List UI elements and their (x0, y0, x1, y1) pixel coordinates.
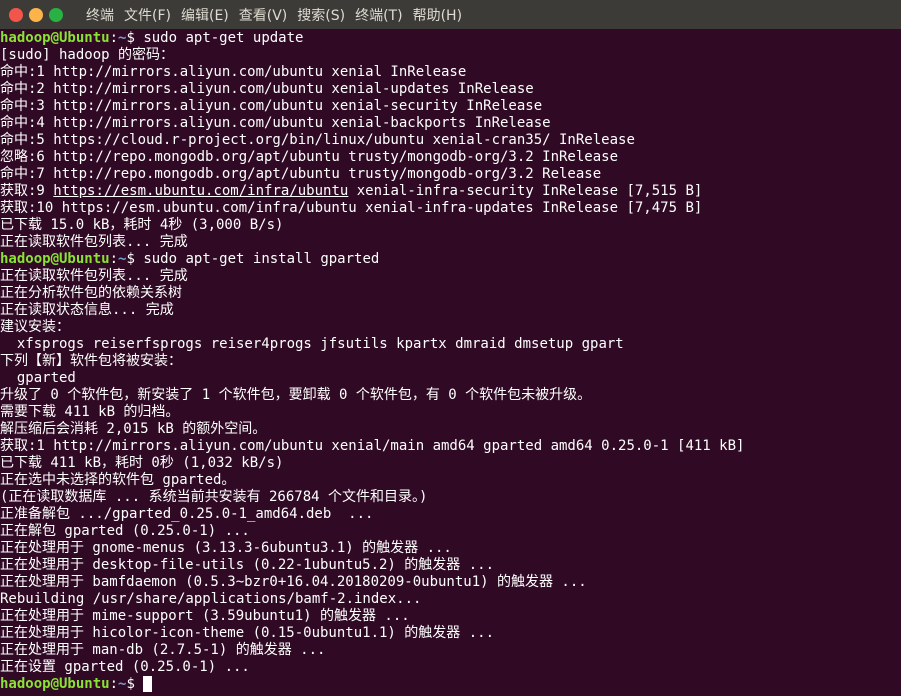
url-link[interactable]: https://esm.ubuntu.com/infra/ubuntu (53, 183, 348, 199)
minimize-window-button[interactable] (29, 7, 43, 22)
menu-terminal-app[interactable]: 终端 (81, 5, 119, 25)
output-line: 命中:7 http://repo.mongodb.org/apt/ubuntu … (0, 166, 602, 182)
menu-search[interactable]: 搜索(S) (292, 5, 350, 25)
install-output: 正在读取软件包列表... 完成 正在分析软件包的依赖关系树 正在读取状态信息... … (0, 268, 901, 676)
output-line: 命中:1 http://mirrors.aliyun.com/ubuntu xe… (0, 64, 467, 80)
scrollbar[interactable] (893, 29, 901, 696)
output-line: 需要下载 411 kB 的归档。 (0, 404, 180, 420)
prompt-symbol: $ (126, 676, 144, 692)
active-prompt-line[interactable]: hadoop@Ubuntu:~$ (0, 676, 901, 693)
prompt-separator: : (109, 30, 119, 46)
output-prefix: 获取:9 (0, 183, 54, 199)
output-line: 正在读取软件包列表... 完成 (0, 234, 188, 250)
output-line: 正在处理用于 desktop-file-utils (0.22-1ubuntu5… (0, 557, 495, 573)
menu-help[interactable]: 帮助(H) (408, 5, 467, 25)
menu-view[interactable]: 查看(V) (234, 5, 293, 25)
output-line: [sudo] hadoop 的密码： (0, 47, 175, 63)
output-line: 正在处理用于 hicolor-icon-theme (0.15-0ubuntu1… (0, 625, 495, 641)
command-line: hadoop@Ubuntu:~$ sudo apt-get update (0, 30, 901, 47)
update-output-2: 获取:10 https://esm.ubuntu.com/infra/ubunt… (0, 200, 901, 251)
output-line: gparted (0, 370, 76, 386)
menu-terminal[interactable]: 终端(T) (350, 5, 407, 25)
output-line: 命中:2 http://mirrors.aliyun.com/ubuntu xe… (0, 81, 534, 97)
update-output: [sudo] hadoop 的密码： 命中:1 http://mirrors.al… (0, 47, 901, 183)
output-line: 正在处理用于 gnome-menus (3.13.3-6ubuntu3.1) 的… (0, 540, 452, 556)
output-line: 获取:1 http://mirrors.aliyun.com/ubuntu xe… (0, 438, 745, 454)
prompt-separator: : (109, 676, 119, 692)
output-line: 获取:10 https://esm.ubuntu.com/infra/ubunt… (0, 200, 703, 216)
output-line: 已下载 411 kB，耗时 0秒 (1,032 kB/s) (0, 455, 284, 471)
output-line: 正在读取状态信息... 完成 (0, 302, 174, 318)
prompt-symbol: $ (126, 251, 144, 267)
output-line: 已下载 15.0 kB，耗时 4秒 (3,000 B/s) (0, 217, 284, 233)
output-line: 正在解包 gparted (0.25.0-1) ... (0, 523, 250, 539)
output-line: 正在处理用于 mime-support (3.59ubuntu1) 的触发器 .… (0, 608, 410, 624)
text-cursor (143, 676, 153, 692)
output-line: 正在处理用于 bamfdaemon (0.5.3~bzr0+16.04.2018… (0, 574, 587, 590)
command-text: sudo apt-get update (143, 30, 304, 46)
command-line: hadoop@Ubuntu:~$ sudo apt-get install gp… (0, 251, 901, 268)
terminal-output[interactable]: hadoop@Ubuntu:~$ sudo apt-get update [su… (0, 29, 901, 696)
output-line: 升级了 0 个软件包，新安装了 1 个软件包，要卸载 0 个软件包，有 0 个软… (0, 387, 592, 403)
prompt-user: hadoop@Ubuntu (0, 251, 110, 267)
output-line: 命中:5 https://cloud.r-project.org/bin/lin… (0, 132, 635, 148)
output-line: 获取:9 https://esm.ubuntu.com/infra/ubuntu… (0, 183, 901, 200)
menu-bar: 终端 文件(F) 编辑(E) 查看(V) 搜索(S) 终端(T) 帮助(H) (81, 5, 467, 25)
output-line: 解压缩后会消耗 2,015 kB 的额外空间。 (0, 421, 267, 437)
output-line: 正在设置 gparted (0.25.0-1) ... (0, 659, 250, 675)
output-line: 正在分析软件包的依赖关系树 (0, 285, 182, 301)
prompt-symbol: $ (126, 30, 144, 46)
output-line: 命中:3 http://mirrors.aliyun.com/ubuntu xe… (0, 98, 543, 114)
menu-edit[interactable]: 编辑(E) (176, 5, 234, 25)
close-window-button[interactable] (9, 7, 23, 22)
prompt-separator: : (109, 251, 119, 267)
output-line: (正在读取数据库 ... 系统当前共安装有 266784 个文件和目录。) (0, 489, 428, 505)
window-controls (9, 7, 63, 22)
output-line: Rebuilding /usr/share/applications/bamf-… (0, 591, 422, 607)
title-bar: 终端 文件(F) 编辑(E) 查看(V) 搜索(S) 终端(T) 帮助(H) (0, 0, 901, 29)
output-line: 下列【新】软件包将被安装： (0, 353, 182, 369)
output-line: 建议安装： (0, 319, 70, 335)
output-line: 命中:4 http://mirrors.aliyun.com/ubuntu xe… (0, 115, 551, 131)
output-suffix: xenial-infra-security InRelease [7,515 B… (348, 183, 703, 199)
output-line: 正在选中未选择的软件包 gparted。 (0, 472, 236, 488)
output-line: xfsprogs reiserfsprogs reiser4progs jfsu… (0, 336, 624, 352)
menu-file[interactable]: 文件(F) (119, 5, 176, 25)
prompt-user: hadoop@Ubuntu (0, 676, 110, 692)
maximize-window-button[interactable] (49, 7, 63, 22)
command-text: sudo apt-get install gparted (143, 251, 380, 267)
output-line: 正在处理用于 man-db (2.7.5-1) 的触发器 ... (0, 642, 326, 658)
output-line: 正在读取软件包列表... 完成 (0, 268, 188, 284)
output-line: 忽略:6 http://repo.mongodb.org/apt/ubuntu … (0, 149, 619, 165)
output-line: 正准备解包 .../gparted_0.25.0-1_amd64.deb ... (0, 506, 374, 522)
prompt-user: hadoop@Ubuntu (0, 30, 110, 46)
